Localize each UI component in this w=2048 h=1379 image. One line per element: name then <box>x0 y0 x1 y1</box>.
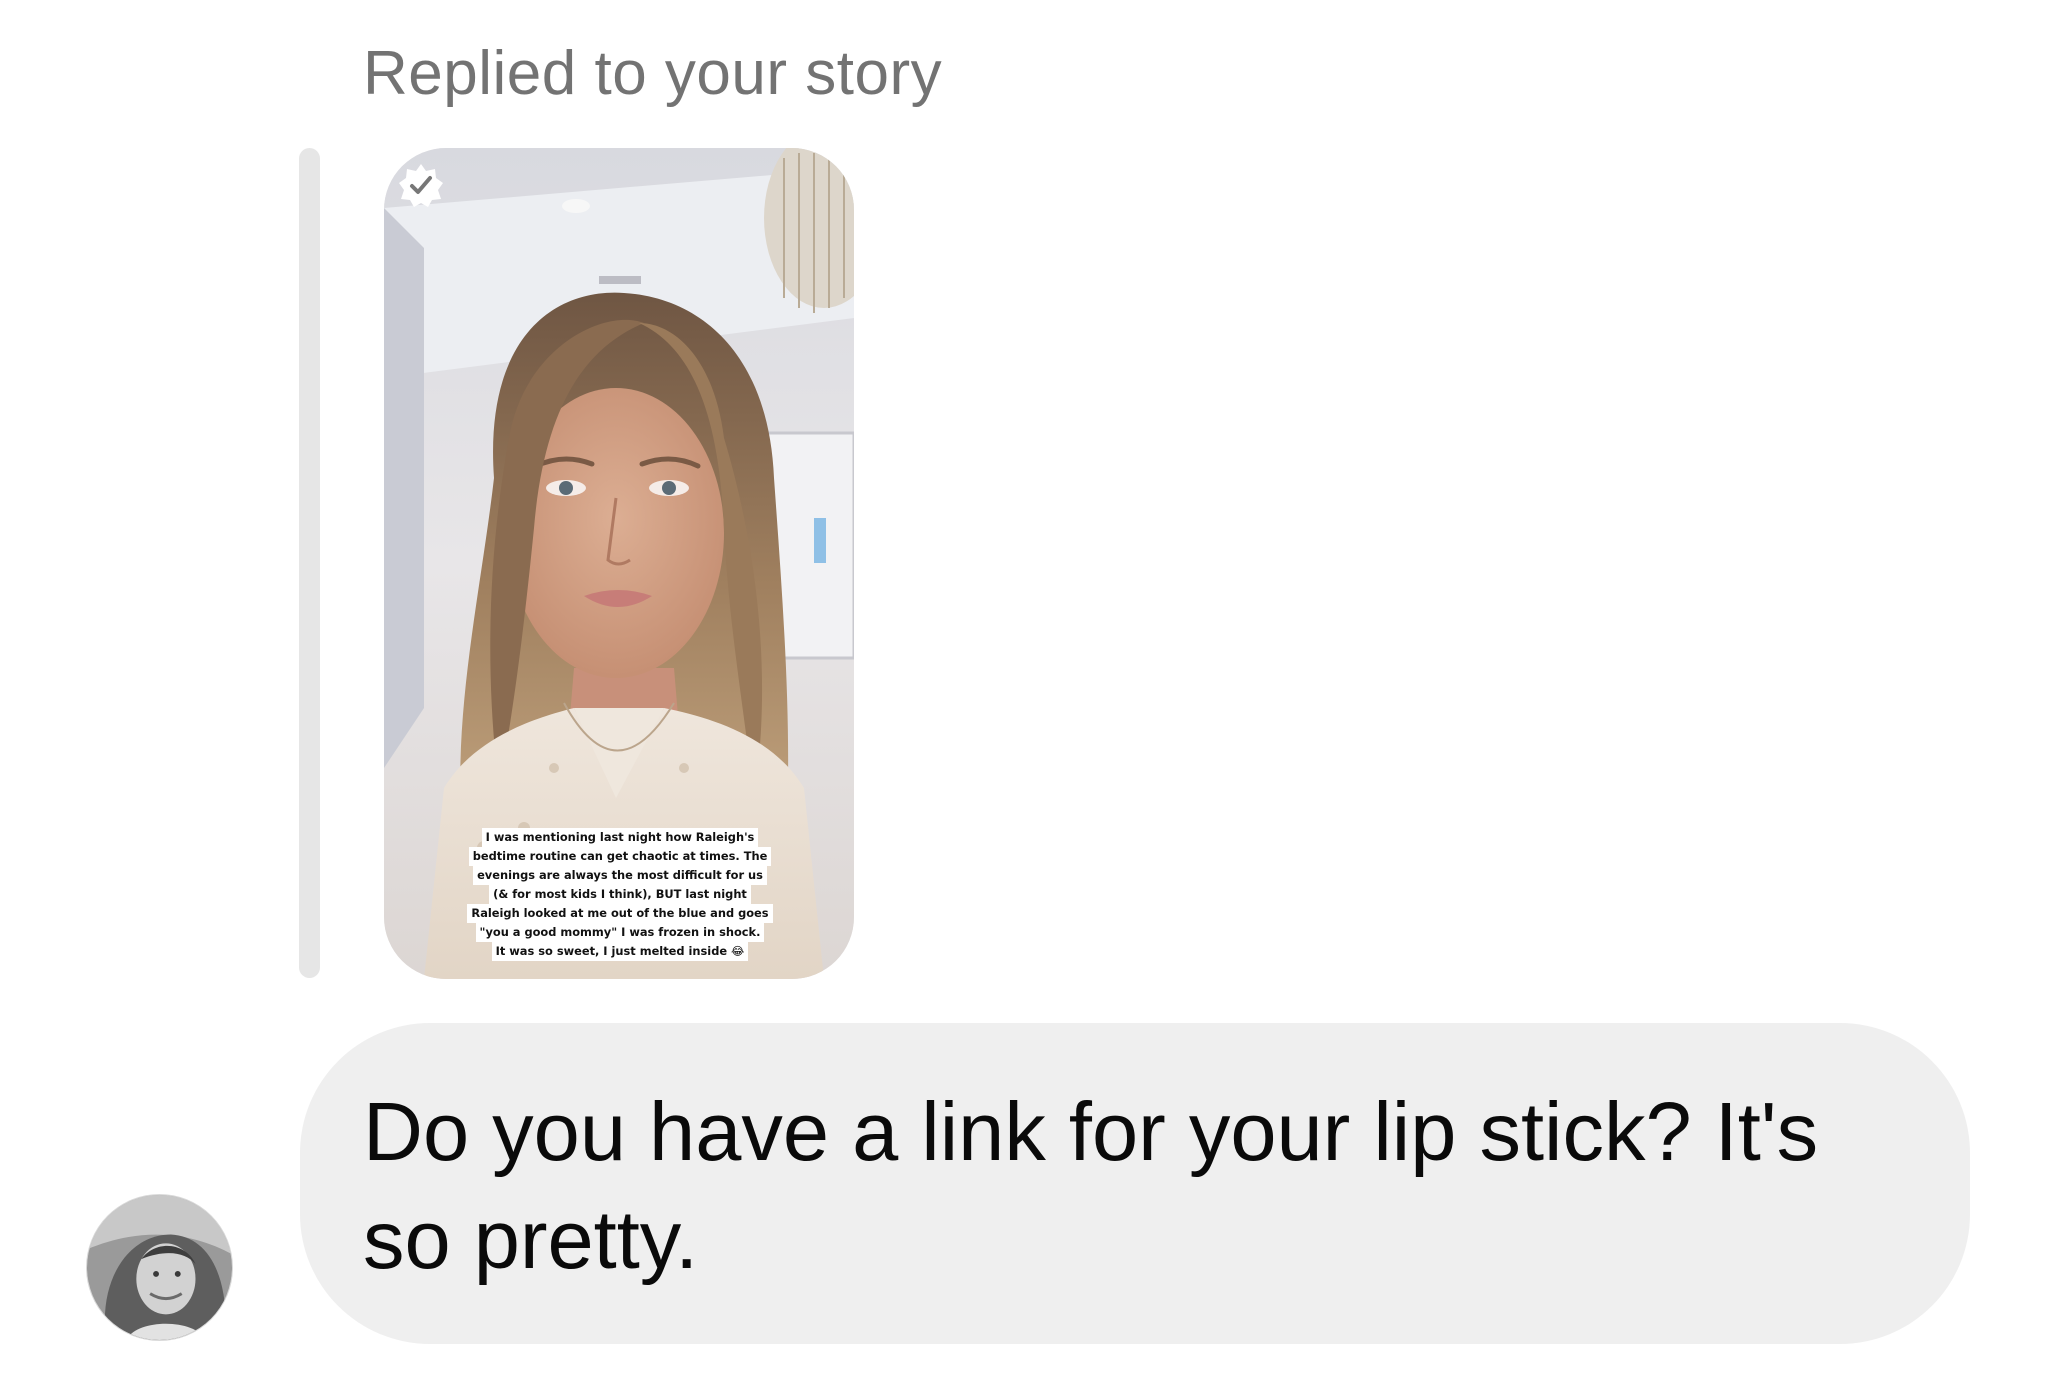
caption-line: (& for most kids I think), BUT last nigh… <box>489 885 751 904</box>
checkmark-badge-icon <box>399 164 443 207</box>
story-preview[interactable]: I was mentioning last night how Raleigh'… <box>384 148 854 979</box>
dm-thread: Replied to your story I was mentioning l… <box>0 0 2048 1379</box>
caption-line: Raleigh looked at me out of the blue and… <box>467 904 773 923</box>
user-avatar-photo <box>87 1195 232 1340</box>
caption-line: bedtime routine can get chaotic at times… <box>468 847 772 866</box>
reply-indicator-bar <box>299 148 320 978</box>
caption-line: evenings are always the most difficult f… <box>473 866 767 885</box>
caption-line: I was mentioning last night how Raleigh'… <box>481 828 759 847</box>
caption-line: "you a good mommy" I was frozen in shock… <box>475 923 765 942</box>
message-text: Do you have a link for your lip stick? I… <box>363 1085 1819 1286</box>
caption-line: It was so sweet, I just melted inside 😂 <box>491 942 749 961</box>
avatar[interactable] <box>86 1194 233 1341</box>
reply-header: Replied to your story <box>363 39 943 108</box>
story-caption: I was mentioning last night how Raleigh'… <box>464 828 776 961</box>
